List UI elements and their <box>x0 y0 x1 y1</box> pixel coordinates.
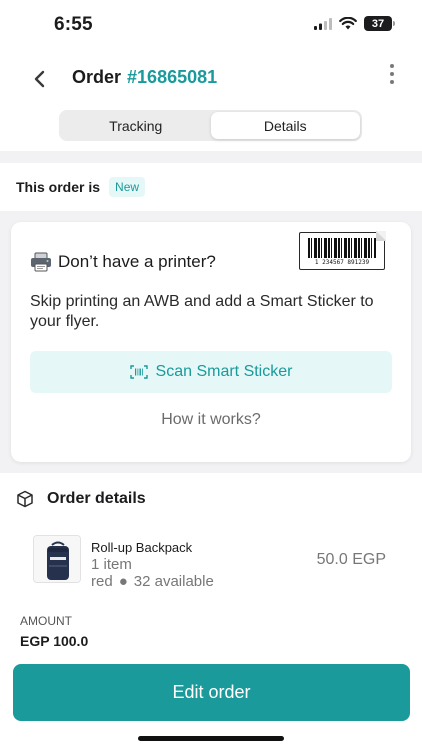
more-vertical-icon <box>390 64 394 68</box>
status-time: 6:55 <box>54 14 93 35</box>
scan-smart-sticker-button[interactable]: Scan Smart Sticker <box>30 351 392 393</box>
order-status-row: This order is New <box>0 163 422 211</box>
order-details-header: Order details <box>16 490 146 508</box>
status-badge: New <box>109 177 146 197</box>
smart-sticker-card: Don’t have a printer? 1 234567 891239 Sk… <box>11 222 411 462</box>
order-details-section: Order details Roll-up Backpack 1 item re… <box>0 473 422 663</box>
item-name: Roll-up Backpack <box>91 540 193 555</box>
item-availability: 32 available <box>133 573 214 590</box>
printer-icon <box>31 252 51 272</box>
tab-details[interactable]: Details <box>210 112 360 139</box>
header: Order #16865081 <box>0 56 422 100</box>
item-meta: red ● 32 available <box>91 573 214 590</box>
printer-title: Don’t have a printer? <box>58 252 216 271</box>
barcode-sticker-icon: 1 234567 891239 <box>299 231 386 270</box>
order-status-label: This order is <box>16 179 101 195</box>
battery-icon: 37 <box>364 16 395 31</box>
order-number: #16865081 <box>127 67 218 87</box>
backpack-icon <box>34 536 80 582</box>
tab-tracking[interactable]: Tracking <box>61 112 211 139</box>
scan-button-label: Scan Smart Sticker <box>155 363 293 380</box>
amount-label: AMOUNT <box>20 614 72 628</box>
printer-row: Don’t have a printer? <box>30 252 216 272</box>
order-details-title: Order details <box>47 490 146 507</box>
smart-sticker-section: Don’t have a printer? 1 234567 891239 Sk… <box>0 211 422 473</box>
barcode-number: 1 234567 891239 <box>314 259 370 266</box>
amount-value: EGP 100.0 <box>20 633 89 649</box>
edit-order-button[interactable]: Edit order <box>13 664 410 721</box>
page-title-label: Order <box>72 67 122 87</box>
product-image <box>33 535 81 583</box>
printer-description: Skip printing an AWB and add a Smart Sti… <box>30 293 374 330</box>
item-quantity: 1 item <box>91 556 132 573</box>
page-title: Order #16865081 <box>72 67 217 88</box>
tab-bar: Tracking Details <box>59 110 362 141</box>
status-bar: 6:55 37 <box>0 0 422 50</box>
item-color: red <box>91 573 113 590</box>
wifi-icon <box>339 17 357 30</box>
status-icons: 37 <box>314 16 395 31</box>
signal-icon <box>314 17 332 30</box>
scan-icon <box>129 365 148 379</box>
how-it-works-link[interactable]: How it works? <box>11 411 411 429</box>
item-price: 50.0 EGP <box>316 551 386 568</box>
back-button[interactable] <box>26 66 52 92</box>
back-chevron-icon <box>34 70 45 88</box>
divider <box>0 151 422 163</box>
list-item[interactable]: Roll-up Backpack 1 item red ● 32 available… <box>0 533 422 593</box>
more-options-button[interactable] <box>386 62 398 86</box>
separator-dot: ● <box>118 573 128 590</box>
box-icon <box>17 490 33 508</box>
home-indicator <box>138 736 284 741</box>
